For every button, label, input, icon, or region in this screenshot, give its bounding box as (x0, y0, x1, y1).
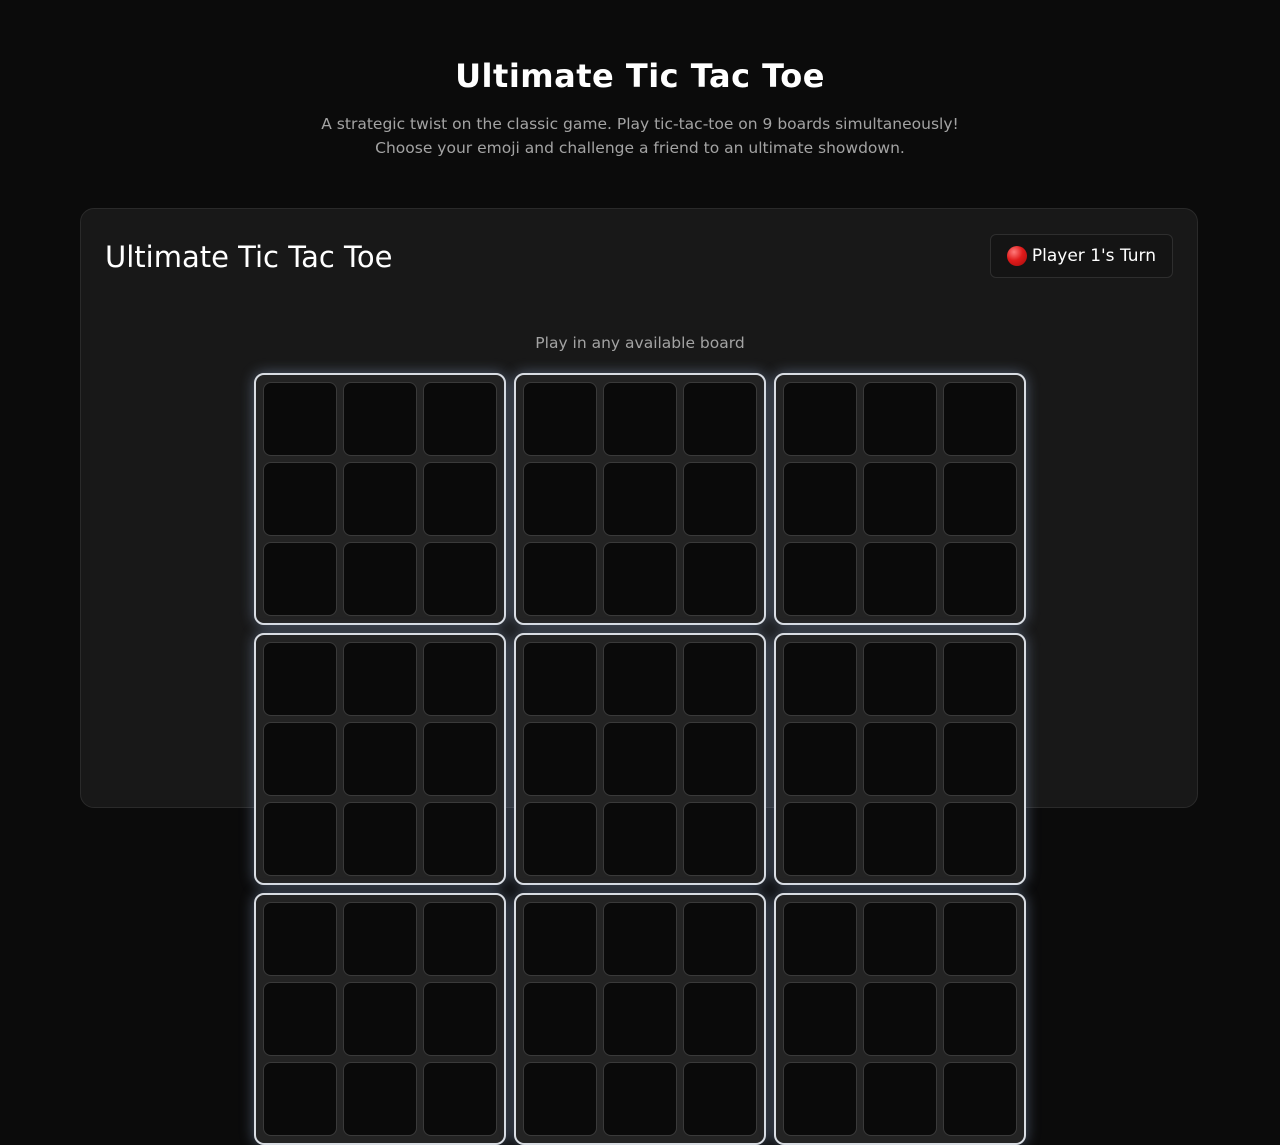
board-8-cell-9[interactable] (683, 1062, 757, 1136)
board-2-cell-4[interactable] (523, 462, 597, 536)
board-4-cell-5[interactable] (343, 722, 417, 796)
page-description: A strategic twist on the classic game. P… (321, 115, 959, 157)
board-4-cell-3[interactable] (423, 642, 497, 716)
mini-board-1[interactable] (254, 373, 506, 625)
board-8-cell-8[interactable] (603, 1062, 677, 1136)
board-1-cell-6[interactable] (423, 462, 497, 536)
board-9-cell-9[interactable] (943, 1062, 1017, 1136)
board-4-cell-1[interactable] (263, 642, 337, 716)
board-3-cell-7[interactable] (783, 542, 857, 616)
red-circle-icon (1006, 246, 1027, 266)
board-5-cell-2[interactable] (603, 642, 677, 716)
board-9-cell-5[interactable] (863, 982, 937, 1056)
board-9-cell-2[interactable] (863, 902, 937, 976)
board-4-cell-4[interactable] (263, 722, 337, 796)
game-card: Ultimate Tic Tac Toe Player 1's Turn Pla… (80, 208, 1198, 1145)
board-6-cell-6[interactable] (943, 722, 1017, 796)
board-8-cell-4[interactable] (523, 982, 597, 1056)
board-7-cell-1[interactable] (263, 902, 337, 976)
board-3-cell-4[interactable] (783, 462, 857, 536)
board-4-cell-7[interactable] (263, 802, 337, 876)
board-5-cell-6[interactable] (683, 722, 757, 796)
board-5-cell-4[interactable] (523, 722, 597, 796)
board-7-cell-6[interactable] (423, 982, 497, 1056)
board-6-cell-9[interactable] (943, 802, 1017, 876)
mini-board-3[interactable] (774, 373, 1026, 625)
board-5-cell-5[interactable] (603, 722, 677, 796)
board-7-cell-9[interactable] (423, 1062, 497, 1136)
turn-indicator: Player 1's Turn (989, 234, 1173, 278)
board-2-cell-9[interactable] (683, 542, 757, 616)
board-3-cell-2[interactable] (863, 382, 937, 456)
board-3-cell-5[interactable] (863, 462, 937, 536)
board-9-cell-4[interactable] (783, 982, 857, 1056)
board-5-cell-9[interactable] (683, 802, 757, 876)
board-7-cell-2[interactable] (343, 902, 417, 976)
board-7-cell-3[interactable] (423, 902, 497, 976)
board-8-cell-3[interactable] (683, 902, 757, 976)
board-9-cell-8[interactable] (863, 1062, 937, 1136)
board-5-cell-8[interactable] (603, 802, 677, 876)
board-1-cell-8[interactable] (343, 542, 417, 616)
board-7-cell-5[interactable] (343, 982, 417, 1056)
board-8-cell-6[interactable] (683, 982, 757, 1056)
board-4-cell-2[interactable] (343, 642, 417, 716)
board-1-cell-3[interactable] (423, 382, 497, 456)
board-2-cell-8[interactable] (603, 542, 677, 616)
board-4-cell-8[interactable] (343, 802, 417, 876)
board-6-cell-4[interactable] (783, 722, 857, 796)
board-3-cell-9[interactable] (943, 542, 1017, 616)
board-8-cell-1[interactable] (523, 902, 597, 976)
board-6-cell-7[interactable] (783, 802, 857, 876)
board-2-cell-3[interactable] (683, 382, 757, 456)
board-2-cell-1[interactable] (523, 382, 597, 456)
board-2-cell-7[interactable] (523, 542, 597, 616)
board-9-cell-3[interactable] (943, 902, 1017, 976)
board-1-cell-4[interactable] (263, 462, 337, 536)
board-7-cell-4[interactable] (263, 982, 337, 1056)
board-9-cell-7[interactable] (783, 1062, 857, 1136)
mini-board-7[interactable] (254, 893, 506, 1145)
board-5-cell-7[interactable] (523, 802, 597, 876)
board-6-cell-1[interactable] (783, 642, 857, 716)
mini-board-5[interactable] (514, 633, 766, 885)
board-9-cell-6[interactable] (943, 982, 1017, 1056)
board-9-cell-1[interactable] (783, 902, 857, 976)
board-1-cell-7[interactable] (263, 542, 337, 616)
board-3-cell-1[interactable] (783, 382, 857, 456)
mini-board-2[interactable] (514, 373, 766, 625)
board-4-cell-9[interactable] (423, 802, 497, 876)
board-2-cell-2[interactable] (603, 382, 677, 456)
board-6-cell-5[interactable] (863, 722, 937, 796)
board-3-cell-6[interactable] (943, 462, 1017, 536)
board-6-cell-2[interactable] (863, 642, 937, 716)
mini-board-8[interactable] (514, 893, 766, 1145)
board-4-cell-6[interactable] (423, 722, 497, 796)
board-6-cell-8[interactable] (863, 802, 937, 876)
board-7-cell-7[interactable] (263, 1062, 337, 1136)
board-hint: Play in any available board (535, 334, 745, 352)
board-7-cell-8[interactable] (343, 1062, 417, 1136)
board-1-cell-2[interactable] (343, 382, 417, 456)
board-1-cell-9[interactable] (423, 542, 497, 616)
board-3-cell-8[interactable] (863, 542, 937, 616)
board-6-cell-3[interactable] (943, 642, 1017, 716)
turn-indicator-label: Player 1's Turn (1031, 246, 1156, 266)
board-5-cell-1[interactable] (523, 642, 597, 716)
mini-board-4[interactable] (254, 633, 506, 885)
board-1-cell-5[interactable] (343, 462, 417, 536)
board-1-cell-1[interactable] (263, 382, 337, 456)
page-title: Ultimate Tic Tac Toe (455, 57, 825, 95)
board-2-cell-5[interactable] (603, 462, 677, 536)
mini-board-6[interactable] (774, 633, 1026, 885)
board-8-cell-2[interactable] (603, 902, 677, 976)
mini-board-9[interactable] (774, 893, 1026, 1145)
board-5-cell-3[interactable] (683, 642, 757, 716)
board-8-cell-5[interactable] (603, 982, 677, 1056)
ultimate-board (254, 373, 1028, 1145)
game-title: Ultimate Tic Tac Toe (105, 240, 393, 274)
board-2-cell-6[interactable] (683, 462, 757, 536)
board-8-cell-7[interactable] (523, 1062, 597, 1136)
board-3-cell-3[interactable] (943, 382, 1017, 456)
